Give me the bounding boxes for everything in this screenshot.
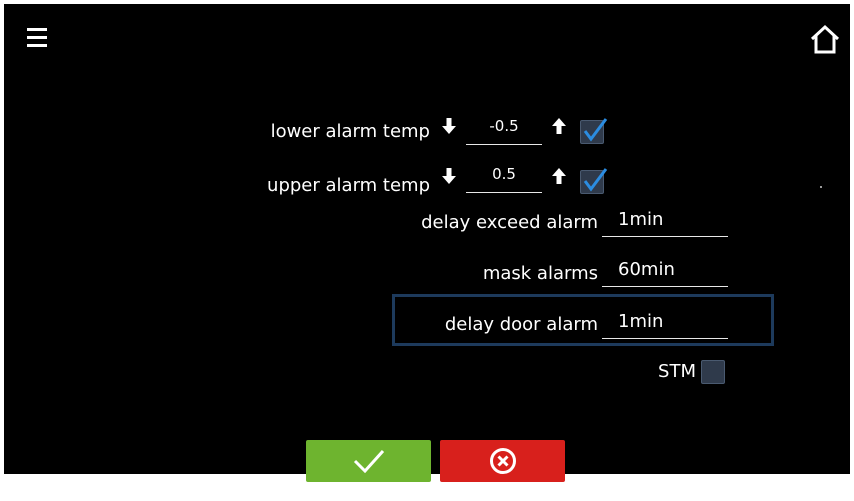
lower-alarm-increase-arrow-icon[interactable] xyxy=(550,116,568,136)
lower-alarm-decrease-arrow-icon[interactable] xyxy=(440,116,458,136)
delay-door-alarm-label: delay door alarm xyxy=(444,314,598,335)
upper-alarm-increase-arrow-icon[interactable] xyxy=(550,166,568,186)
stm-checkbox[interactable] xyxy=(701,360,725,384)
screen-artifact-dot xyxy=(820,186,822,188)
hamburger-menu-icon[interactable] xyxy=(26,25,52,51)
cancel-circle-x-icon xyxy=(489,448,516,474)
delay-exceed-alarm-value: 1min xyxy=(618,209,664,230)
lower-alarm-temp-label: lower alarm temp xyxy=(270,121,430,142)
mask-alarms-value: 60min xyxy=(618,259,675,280)
confirm-button[interactable] xyxy=(306,440,431,482)
delay-door-alarm-value: 1min xyxy=(618,311,664,332)
delay-door-alarm-field[interactable]: 1min xyxy=(602,302,728,339)
upper-alarm-check-icon xyxy=(583,168,608,192)
delay-exceed-alarm-label: delay exceed alarm xyxy=(421,212,598,233)
delay-exceed-alarm-field[interactable]: 1min xyxy=(602,200,728,237)
upper-alarm-temp-field[interactable]: 0.5 xyxy=(466,164,542,193)
mask-alarms-label: mask alarms xyxy=(482,263,598,284)
lower-alarm-temp-value: -0.5 xyxy=(489,117,519,135)
lower-alarm-temp-field[interactable]: -0.5 xyxy=(466,116,542,145)
upper-alarm-temp-label: upper alarm temp xyxy=(267,175,430,196)
alarm-settings-screen: lower alarm temp -0.5 upper alarm temp 0… xyxy=(4,4,850,482)
upper-alarm-temp-value: 0.5 xyxy=(492,165,516,183)
mask-alarms-field[interactable]: 60min xyxy=(602,250,728,287)
lower-alarm-enable-checkbox[interactable] xyxy=(580,118,608,144)
lower-alarm-check-icon xyxy=(583,118,608,142)
upper-alarm-decrease-arrow-icon[interactable] xyxy=(440,166,458,186)
cancel-button[interactable] xyxy=(440,440,565,482)
home-icon[interactable] xyxy=(808,22,842,56)
checkmark-icon xyxy=(353,449,384,473)
stm-label: STM xyxy=(658,361,696,382)
upper-alarm-enable-checkbox[interactable] xyxy=(580,168,608,194)
